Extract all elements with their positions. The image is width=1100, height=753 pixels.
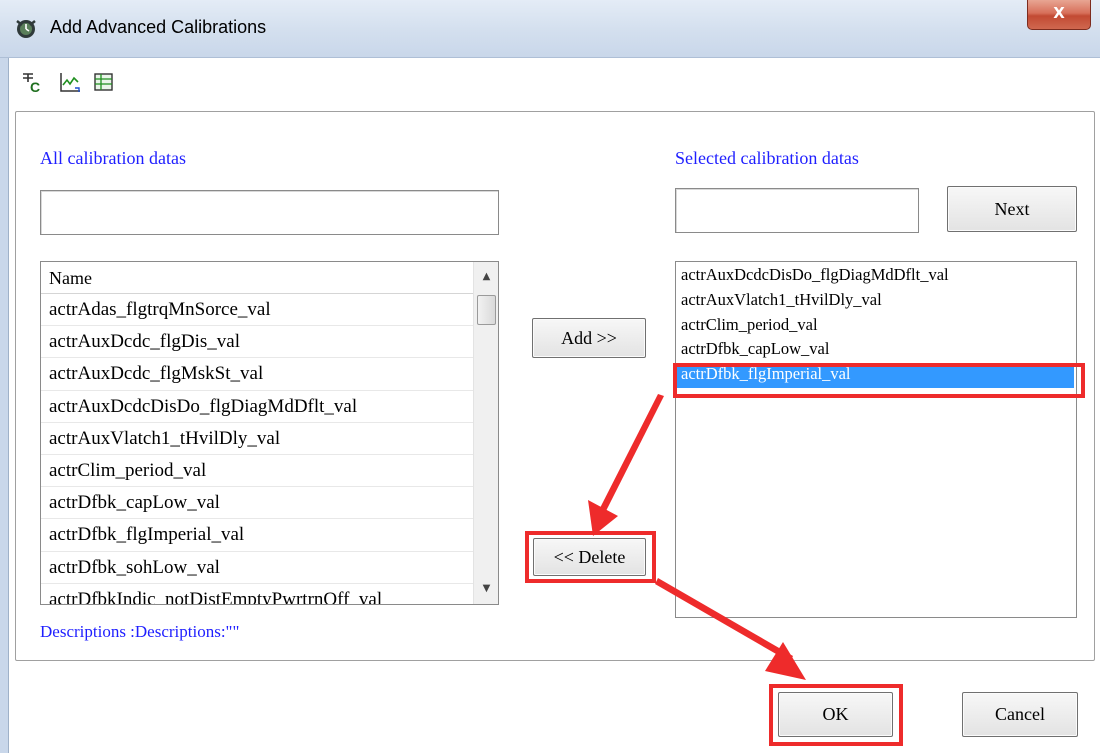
selected-calibrations-label: Selected calibration datas: [675, 148, 859, 168]
list-item[interactable]: actrAuxDcdc_flgMskSt_val: [41, 358, 473, 391]
list-item[interactable]: actrDfbkIndic_notDistEmptyPwrtrnOff_val: [41, 584, 473, 604]
close-icon: X: [1053, 4, 1065, 22]
list-item[interactable]: actrAuxDcdcDisDo_flgDiagMdDflt_val: [41, 391, 473, 423]
delete-button[interactable]: << Delete: [533, 538, 646, 576]
window-border: [0, 58, 9, 753]
add-button[interactable]: Add >>: [532, 318, 646, 358]
list-item[interactable]: actrAuxDcdc_flgDis_val: [41, 326, 473, 359]
all-calibrations-label: All calibration datas: [40, 148, 186, 168]
selected-calibrations-rows: actrAuxDcdcDisDo_flgDiagMdDflt_val actrAu…: [676, 262, 1076, 388]
list-item[interactable]: actrClim_period_val: [41, 455, 473, 488]
list-item[interactable]: actrDfbk_flgImperial_val: [41, 519, 473, 552]
vertical-scrollbar[interactable]: ▲ ▼: [473, 262, 498, 604]
selected-calibrations-search-input[interactable]: [675, 188, 919, 233]
list-item[interactable]: actrAdas_flgtrqMnSorce_val: [41, 294, 473, 327]
list-item[interactable]: actrDfbk_capLow_val: [676, 338, 1076, 363]
scrollbar-thumb[interactable]: [477, 295, 496, 325]
scroll-down-arrow-icon[interactable]: ▼: [474, 576, 498, 602]
selected-calibrations-search-field[interactable]: [676, 189, 918, 232]
list-item[interactable]: actrAuxVlatch1_tHvilDly_val: [41, 423, 473, 455]
list-item[interactable]: actrAuxVlatch1_tHvilDly_val: [676, 289, 1076, 314]
close-button[interactable]: X: [1027, 0, 1091, 30]
list-item[interactable]: actrAuxDcdcDisDo_flgDiagMdDflt_val: [676, 264, 1076, 289]
ok-button[interactable]: OK: [778, 692, 893, 737]
all-calibrations-rows: actrAdas_flgtrqMnSorce_val actrAuxDcdc_fl…: [41, 294, 473, 604]
cancel-button[interactable]: Cancel: [962, 692, 1078, 737]
app-icon: [16, 20, 36, 38]
trend-chart-icon[interactable]: [58, 70, 82, 94]
list-item[interactable]: actrDfbk_capLow_val: [41, 487, 473, 520]
all-calibrations-search-input[interactable]: [40, 190, 499, 235]
next-button[interactable]: Next: [947, 186, 1077, 232]
name-column-header[interactable]: Name: [41, 262, 473, 294]
list-item[interactable]: actrClim_period_val: [676, 314, 1076, 339]
svg-text:C: C: [30, 79, 40, 94]
all-calibrations-list[interactable]: Name actrAdas_flgtrqMnSorce_val actrAuxDc…: [40, 261, 499, 605]
all-calibrations-search-field[interactable]: [41, 191, 498, 234]
calibration-c-icon[interactable]: C: [20, 70, 44, 94]
list-item[interactable]: actrDfbk_sohLow_val: [41, 552, 473, 584]
selected-calibrations-list[interactable]: actrAuxDcdcDisDo_flgDiagMdDflt_val actrAu…: [675, 261, 1077, 618]
description-text: Descriptions :Descriptions:"": [40, 622, 240, 641]
window-title: Add Advanced Calibrations: [50, 17, 267, 37]
selected-list-item[interactable]: actrDfbk_flgImperial_val: [676, 363, 1074, 388]
grid-table-icon[interactable]: [92, 70, 116, 94]
title-bar: Add Advanced Calibrations X: [0, 0, 1100, 58]
scroll-up-arrow-icon[interactable]: ▲: [474, 264, 498, 290]
